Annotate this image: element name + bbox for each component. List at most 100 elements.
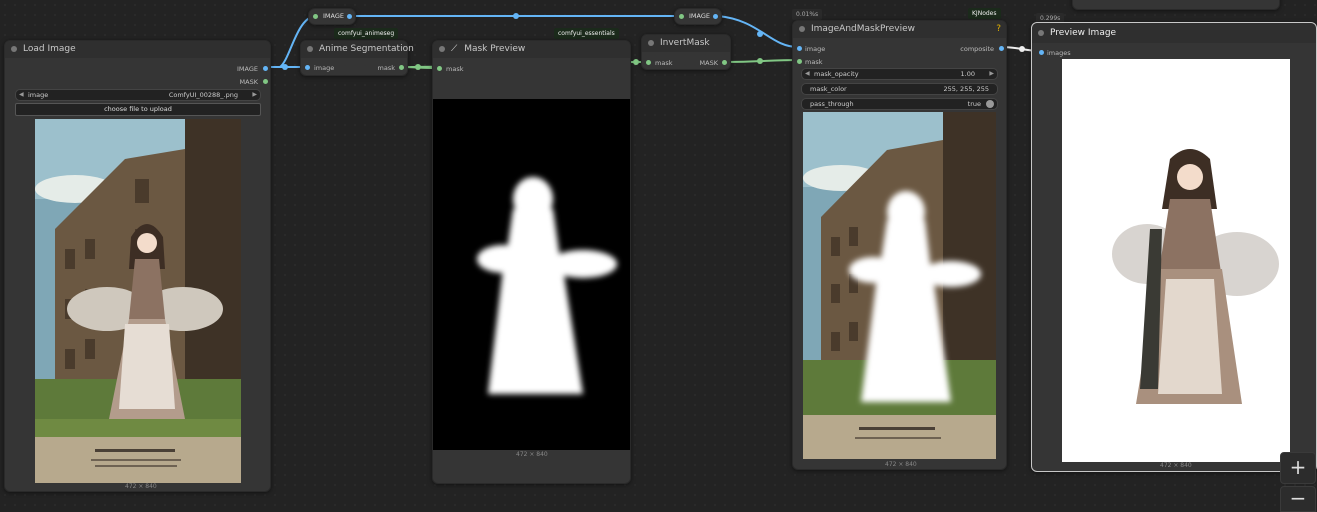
zoom-in-button[interactable]: + — [1280, 452, 1316, 484]
node-title-text: InvertMask — [660, 38, 710, 48]
collapse-dot[interactable] — [799, 26, 805, 32]
node-title-text: Load Image — [23, 44, 76, 54]
zoom-out-button[interactable]: − — [1280, 486, 1316, 512]
input-mask-label: mask — [805, 58, 823, 66]
output-image-dot[interactable] — [263, 66, 268, 71]
input-mask-label: mask — [655, 59, 673, 67]
input-mask-dot[interactable] — [437, 66, 442, 71]
widget-value: 255, 255, 255 — [943, 85, 989, 93]
source-badge: KJNodes — [968, 8, 1001, 19]
input-images-label: images — [1047, 49, 1071, 57]
mask-opacity-slider[interactable]: ◀ mask_opacity 1.00 ▶ — [801, 68, 998, 80]
composite-image — [803, 112, 996, 459]
output-mask-dot[interactable] — [722, 60, 727, 65]
reroute-output-dot[interactable] — [713, 14, 718, 19]
output-mask-dot[interactable] — [263, 79, 268, 84]
preview-image-node[interactable]: Preview Image images 472 × 840 — [1031, 22, 1317, 472]
load-image-node[interactable]: Load Image IMAGE MASK ◀ image ComfyUI_00… — [4, 40, 271, 492]
magic-wand-icon: ⟋ — [451, 44, 458, 54]
output-mask-label: MASK — [239, 78, 258, 86]
node-title[interactable]: ImageAndMaskPreview ? — [793, 21, 1006, 38]
output-mask-dot[interactable] — [399, 65, 404, 70]
input-image-dot[interactable] — [797, 46, 802, 51]
input-image-label: image — [805, 45, 826, 53]
collapse-dot[interactable] — [439, 46, 445, 52]
input-mask-dot[interactable] — [646, 60, 651, 65]
left-arrow-icon[interactable]: ◀ — [805, 69, 810, 79]
mask-preview-node[interactable]: ⟋ Mask Preview mask 472 × 840 — [432, 40, 631, 484]
reroute-output-dot[interactable] — [347, 14, 352, 19]
widget-label: pass_through — [810, 100, 854, 108]
help-icon[interactable]: ? — [996, 21, 1001, 38]
input-mask-dot[interactable] — [797, 59, 802, 64]
reroute-node[interactable]: IMAGE — [308, 8, 356, 25]
node-title-text: ImageAndMaskPreview — [811, 24, 915, 34]
right-arrow-icon[interactable]: ▶ — [989, 69, 994, 79]
mask-color-field[interactable]: mask_color 255, 255, 255 — [801, 83, 998, 95]
widget-label: image — [28, 91, 49, 99]
reroute-node[interactable]: IMAGE — [674, 8, 722, 25]
link-midpoint[interactable] — [415, 64, 421, 70]
offscreen-node[interactable] — [1072, 0, 1280, 10]
input-image-label: image — [314, 64, 335, 72]
link-midpoint[interactable] — [513, 13, 519, 19]
output-composite-dot[interactable] — [999, 46, 1004, 51]
node-title[interactable]: Anime Segmentation — [301, 41, 414, 58]
right-arrow-icon[interactable]: ▶ — [252, 90, 257, 100]
link-midpoint[interactable] — [282, 64, 288, 70]
invert-mask-node[interactable]: InvertMask mask MASK — [641, 34, 731, 70]
output-mask-label: MASK — [699, 59, 718, 67]
reroute-label: IMAGE — [689, 12, 711, 20]
widget-label: mask_color — [810, 85, 847, 93]
output-image-label: IMAGE — [236, 65, 258, 73]
composite-illustration — [803, 112, 996, 459]
node-title-text: Mask Preview — [464, 44, 526, 54]
input-mask-label: mask — [446, 65, 464, 73]
link-midpoint[interactable] — [633, 59, 639, 65]
toggle-knob[interactable] — [986, 100, 994, 108]
reroute-input-dot[interactable] — [679, 14, 684, 19]
image-and-mask-preview-node[interactable]: ImageAndMaskPreview ? image composite ma… — [792, 20, 1007, 470]
node-title-text: Preview Image — [1050, 28, 1117, 38]
mask-image — [433, 99, 630, 450]
pass-through-toggle[interactable]: pass_through true — [801, 98, 998, 110]
node-title[interactable]: Preview Image — [1032, 23, 1316, 43]
cutout-illustration — [1112, 149, 1279, 404]
image-dimensions: 472 × 840 — [1160, 462, 1192, 469]
node-title-text: Anime Segmentation — [319, 44, 414, 54]
collapse-dot[interactable] — [648, 40, 654, 46]
image-dimensions: 472 × 840 — [125, 483, 157, 490]
image-select[interactable]: ◀ image ComfyUI_00288_.png ▶ — [15, 89, 261, 101]
collapse-dot[interactable] — [307, 46, 313, 52]
loaded-image — [35, 119, 241, 483]
widget-value: ComfyUI_00288_.png — [168, 91, 238, 99]
output-composite-label: composite — [960, 45, 994, 53]
reroute-label: IMAGE — [323, 12, 345, 20]
execution-time-badge: 0.01%s — [792, 9, 823, 20]
node-title[interactable]: InvertMask — [642, 35, 730, 52]
mask-silhouette — [477, 177, 617, 394]
collapse-dot[interactable] — [1038, 30, 1044, 36]
source-badge: comfyui_animeseg — [334, 28, 399, 39]
link-midpoint[interactable] — [757, 31, 763, 37]
link-midpoint[interactable] — [757, 58, 763, 64]
anime-segmentation-node[interactable]: Anime Segmentation image mask — [300, 40, 414, 76]
image-dimensions: 472 × 840 — [885, 461, 917, 468]
link-midpoint[interactable] — [1019, 46, 1025, 52]
source-badge: comfyui_essentials — [554, 28, 619, 39]
collapse-dot[interactable] — [11, 46, 17, 52]
input-images-dot[interactable] — [1039, 50, 1044, 55]
input-image-dot[interactable] — [305, 65, 310, 70]
left-arrow-icon[interactable]: ◀ — [19, 90, 24, 100]
node-title[interactable]: Load Image — [5, 41, 270, 58]
anime-girl-illustration — [35, 119, 241, 483]
output-mask-label: mask — [377, 64, 395, 72]
reroute-input-dot[interactable] — [313, 14, 318, 19]
widget-value: 1.00 — [960, 70, 975, 78]
upload-button[interactable]: choose file to upload — [15, 103, 261, 116]
preview-output-image — [1062, 59, 1290, 462]
image-dimensions: 472 × 840 — [516, 451, 548, 458]
widget-value: true — [967, 100, 981, 108]
node-title[interactable]: ⟋ Mask Preview — [433, 41, 630, 58]
widget-label: mask_opacity — [814, 70, 859, 78]
